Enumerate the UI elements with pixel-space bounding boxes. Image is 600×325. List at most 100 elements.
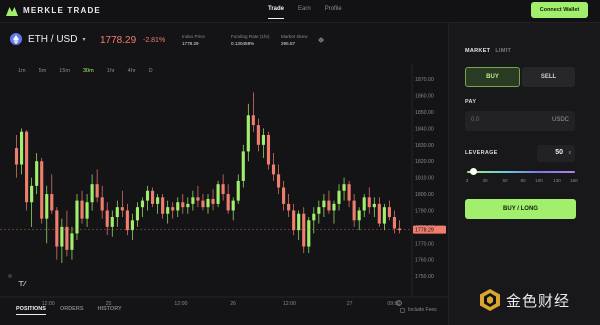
candle-body: [211, 198, 215, 204]
pay-input[interactable]: 0.0 USDC: [465, 111, 575, 131]
candle-body: [65, 226, 69, 250]
sell-side-button[interactable]: SELL: [522, 67, 575, 87]
candle-body: [75, 200, 79, 234]
candle-body: [35, 161, 39, 186]
watermark: 金色财经: [478, 288, 570, 312]
y-tick-label: 1760.00: [415, 258, 434, 264]
candle-body: [110, 217, 114, 227]
leverage-value[interactable]: 50: [555, 149, 563, 156]
candle-body: [125, 210, 129, 231]
leverage-tick[interactable]: 80: [520, 178, 525, 183]
brand-logo[interactable]: MERKLE TRADE: [6, 5, 101, 16]
pair-name: ETH / USD: [28, 33, 78, 45]
leverage-tick[interactable]: 130: [553, 178, 561, 183]
candle-body: [181, 202, 185, 208]
candle-body: [382, 207, 386, 224]
candle-body: [221, 184, 225, 195]
x-tick-label: 09:00: [387, 301, 400, 307]
buy-long-button[interactable]: BUY / LONG: [465, 199, 576, 219]
y-tick-label: 1810.00: [415, 176, 434, 182]
include-fees-toggle[interactable]: Include Fees: [400, 307, 437, 313]
price-chart[interactable]: 1870.00 1860.00 1850.00 1840.00 1830.00 1820.…: [0, 63, 448, 313]
leverage-slider-thumb[interactable]: [470, 168, 477, 175]
stat-value: 0.130459%: [231, 41, 255, 46]
candle-body: [256, 125, 260, 145]
pair-selector[interactable]: ETH / USD ▾: [10, 33, 85, 45]
candle-body: [151, 190, 155, 204]
y-tick-label: 1860.00: [415, 94, 434, 100]
leverage-slider[interactable]: [467, 171, 575, 173]
merkle-logo-icon: [6, 7, 18, 16]
x-tick-label: 27: [347, 301, 353, 307]
tab-limit[interactable]: LIMIT: [495, 48, 511, 54]
tradingview-logo-icon: ⊤⁄: [18, 280, 27, 288]
tab-market[interactable]: MARKET: [465, 48, 490, 54]
candle-body: [45, 194, 49, 219]
leverage-unit: x: [568, 150, 572, 156]
candle-body: [14, 148, 19, 165]
candle-body: [186, 203, 190, 208]
candle-body: [55, 210, 59, 247]
pay-label: PAY: [465, 99, 477, 105]
gear-icon[interactable]: [318, 37, 324, 43]
candle-body: [282, 187, 286, 204]
candle-body: [302, 213, 306, 247]
connect-wallet-button[interactable]: Connect Wallet: [531, 2, 588, 18]
candle-body: [171, 207, 175, 211]
candle-body: [297, 213, 301, 231]
candle-body: [236, 180, 240, 201]
order-type-tabs: MARKET LIMIT: [465, 48, 511, 54]
candle-body: [206, 198, 210, 208]
price-change: -2.81%: [143, 37, 166, 44]
candle-body: [166, 207, 170, 214]
chevron-down-icon: ▾: [82, 36, 86, 43]
nav-trade[interactable]: Trade: [268, 6, 285, 19]
y-tick-label: 1830.00: [415, 143, 434, 149]
positions-tabs: POSITIONS ORDERS HISTORY: [16, 306, 122, 315]
candle-body: [261, 134, 265, 145]
leverage-tick[interactable]: 100: [535, 178, 543, 183]
tab-orders[interactable]: ORDERS: [60, 306, 84, 315]
candle-body: [266, 134, 271, 165]
last-price-label: 1778.29: [415, 228, 434, 234]
candle-body: [50, 194, 54, 211]
candle-body: [271, 164, 276, 175]
nav-earn[interactable]: Earn: [298, 6, 311, 12]
checkbox[interactable]: [400, 307, 405, 313]
pay-amount[interactable]: 0.0: [471, 117, 479, 123]
candle-body: [135, 207, 140, 221]
leverage-tick[interactable]: 50: [502, 178, 507, 183]
nav-profile[interactable]: Profile: [325, 6, 342, 12]
x-tick-label: 26: [230, 301, 236, 307]
candle-body: [95, 184, 99, 198]
y-tick-label: 1850.00: [415, 110, 434, 116]
candle-body: [287, 203, 291, 211]
candle-body: [85, 202, 89, 219]
candle-body: [352, 200, 356, 221]
candle-body: [332, 203, 336, 211]
candle-body: [307, 220, 311, 247]
candle-body: [312, 213, 316, 221]
buy-side-button[interactable]: BUY: [465, 67, 520, 87]
leverage-input[interactable]: 50 x: [537, 145, 575, 162]
scroll-handle-icon: [8, 274, 12, 278]
tab-positions[interactable]: POSITIONS: [16, 306, 46, 315]
candle-body: [105, 210, 109, 227]
candle-body: [347, 184, 351, 201]
candle-body: [216, 184, 220, 204]
candle-body: [357, 210, 361, 221]
leverage-tick[interactable]: 3: [466, 178, 469, 183]
watermark-text: 金色财经: [506, 291, 571, 310]
x-tick-label: 12:00: [283, 301, 296, 307]
leverage-tick[interactable]: 30: [482, 178, 487, 183]
leverage-label: LEVERAGE: [465, 150, 498, 156]
candle-body: [25, 131, 29, 203]
stat-value: 1778.29: [182, 41, 199, 46]
x-tick-label: 12:00: [174, 301, 187, 307]
candle-body: [30, 185, 34, 203]
tab-history[interactable]: HISTORY: [97, 306, 121, 315]
leverage-tick[interactable]: 150: [570, 178, 578, 183]
y-tick-label: 1820.00: [415, 159, 434, 165]
candle-body: [145, 190, 150, 201]
candle-body: [292, 210, 296, 231]
